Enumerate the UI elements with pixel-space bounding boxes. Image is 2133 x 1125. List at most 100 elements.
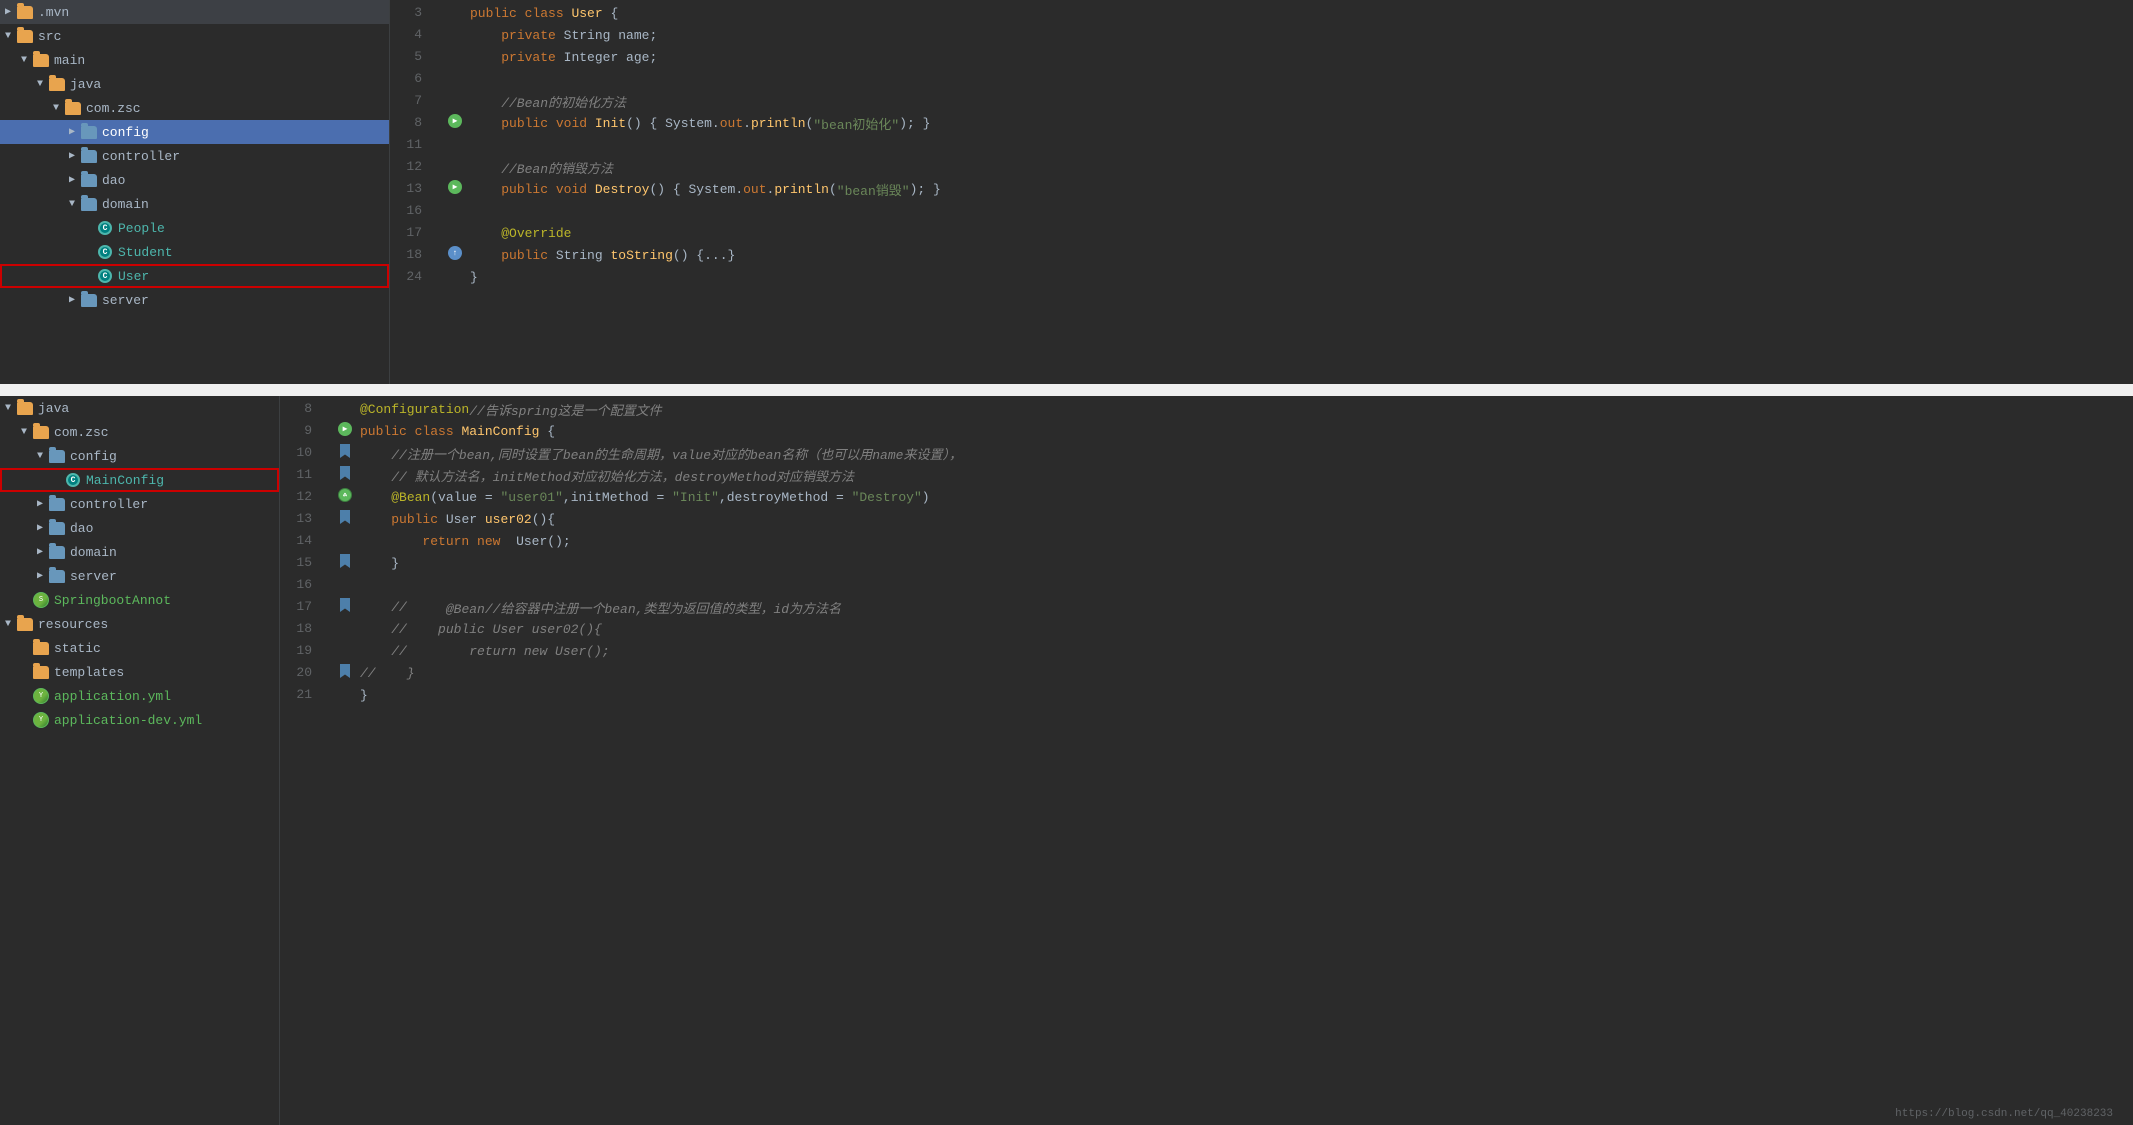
code-line-21: } — [360, 684, 2133, 706]
code-line-24: } — [470, 266, 2133, 288]
gutter-line-9: ▶ — [330, 418, 360, 440]
tree-arrow-config[interactable]: ▶ — [64, 126, 80, 138]
tree-label-config: config — [102, 125, 149, 140]
bottom-code-lines: @Configuration//告诉spring这是一个配置文件public c… — [360, 396, 2133, 1125]
tree-item-dao-b[interactable]: ▶dao — [0, 516, 279, 540]
tree-item-templates[interactable]: templates — [0, 660, 279, 684]
tree-item-People[interactable]: CPeople — [0, 216, 389, 240]
line-number-17: 17 — [280, 596, 320, 618]
run-gutter-icon: ▶ — [448, 180, 462, 194]
gutter-line-19 — [330, 638, 360, 660]
tree-arrow-java[interactable]: ▼ — [32, 79, 48, 90]
line-number-19: 19 — [280, 640, 320, 662]
tree-item-MainConfig[interactable]: CMainConfig — [0, 468, 279, 492]
gutter-line-12: ☘ — [330, 484, 360, 506]
tree-arrow-src[interactable]: ▼ — [0, 31, 16, 42]
gutter-line-4 — [440, 22, 470, 44]
code-line-17: @Override — [470, 222, 2133, 244]
folder-blue-icon — [80, 196, 98, 212]
line-number-24: 24 — [390, 266, 430, 288]
folder-icon — [32, 664, 50, 680]
top-file-tree[interactable]: ▶ .mvn ▼src▼main▼java▼com.zsc ▶ config ▶contr… — [0, 0, 389, 312]
tree-arrow-main[interactable]: ▼ — [16, 55, 32, 66]
bottom-file-tree[interactable]: ▼java▼com.zsc▼configCMainConfig▶controll… — [0, 396, 279, 732]
tree-item-domain[interactable]: ▼domain — [0, 192, 389, 216]
tree-item-com-zsc-b[interactable]: ▼ com.zsc — [0, 420, 279, 444]
tree-item-java-b[interactable]: ▼java — [0, 396, 279, 420]
tree-item-SpringbootAnnot[interactable]: SSpringbootAnnot — [0, 588, 279, 612]
tree-label-templates: templates — [54, 665, 124, 680]
code-line-19: // return new User(); — [360, 640, 2133, 662]
tree-arrow-domain[interactable]: ▼ — [64, 199, 80, 210]
folder-blue-icon — [48, 520, 66, 536]
tree-arrow-dao-b[interactable]: ▶ — [32, 522, 48, 534]
gutter-line-16 — [330, 572, 360, 594]
tree-item-java[interactable]: ▼java — [0, 72, 389, 96]
tree-item-User[interactable]: CUser — [0, 264, 389, 288]
tree-item-application-yml[interactable]: Yapplication.yml — [0, 684, 279, 708]
tree-arrow-controller-b[interactable]: ▶ — [32, 498, 48, 510]
folder-icon — [32, 52, 50, 68]
line-number-4: 4 — [390, 24, 430, 46]
gutter-line-7 — [440, 88, 470, 110]
tree-arrow-controller[interactable]: ▶ — [64, 150, 80, 162]
tree-item-server-b[interactable]: ▶ server — [0, 564, 279, 588]
line-number-9: 9 — [280, 420, 320, 442]
tree-arrow-com-zsc[interactable]: ▼ — [48, 103, 64, 114]
tree-item-resources[interactable]: ▼resources — [0, 612, 279, 636]
tree-arrow-mvn[interactable]: ▶ — [0, 6, 16, 18]
tree-label-com-zsc-b: com.zsc — [54, 425, 109, 440]
tree-item-controller[interactable]: ▶controller — [0, 144, 389, 168]
tree-item-controller-b[interactable]: ▶controller — [0, 492, 279, 516]
bookmark-gutter-icon — [340, 510, 350, 524]
bean-gutter-icon: ☘ — [338, 488, 352, 502]
tree-arrow-server[interactable]: ▶ — [64, 294, 80, 306]
tree-item-domain-b[interactable]: ▶domain — [0, 540, 279, 564]
gutter-line-3 — [440, 0, 470, 22]
bookmark-gutter-icon — [340, 664, 350, 678]
tree-item-main[interactable]: ▼main — [0, 48, 389, 72]
tree-item-src[interactable]: ▼src — [0, 24, 389, 48]
tree-item-com-zsc[interactable]: ▼com.zsc — [0, 96, 389, 120]
line-number-13: 13 — [390, 178, 430, 200]
tree-arrow-resources[interactable]: ▼ — [0, 619, 16, 630]
gutter-line-6 — [440, 66, 470, 88]
folder-blue-icon — [80, 172, 98, 188]
tree-item-server[interactable]: ▶server — [0, 288, 389, 312]
tree-label-mvn: .mvn — [38, 5, 69, 20]
tree-item-config[interactable]: ▶ config — [0, 120, 389, 144]
code-line-10: //注册一个bean,同时设置了bean的生命周期，value对应的bean名称… — [360, 442, 2133, 464]
code-line-20: // } — [360, 662, 2133, 684]
folder-blue-icon — [48, 544, 66, 560]
folder-blue-icon — [80, 148, 98, 164]
tree-arrow-java-b[interactable]: ▼ — [0, 403, 16, 414]
tree-arrow-dao[interactable]: ▶ — [64, 174, 80, 186]
folder-icon — [16, 616, 34, 632]
tree-item-mvn[interactable]: ▶ .mvn — [0, 0, 389, 24]
code-line-16 — [360, 574, 2133, 596]
gutter-line-11 — [330, 462, 360, 484]
folder-blue-icon — [80, 124, 98, 140]
gutter-line-24 — [440, 264, 470, 286]
code-line-12: //Bean的销毁方法 — [470, 156, 2133, 178]
tree-item-static[interactable]: static — [0, 636, 279, 660]
code-line-6 — [470, 68, 2133, 90]
tree-item-config-b[interactable]: ▼config — [0, 444, 279, 468]
gutter-line-16 — [440, 198, 470, 220]
tree-label-server-b: server — [70, 569, 117, 584]
tree-arrow-config-b[interactable]: ▼ — [32, 451, 48, 462]
code-line-18: // public User user02(){ — [360, 618, 2133, 640]
tree-label-Student: Student — [118, 245, 173, 260]
tree-item-application-dev-yml[interactable]: Yapplication-dev.yml — [0, 708, 279, 732]
gutter-line-13: ▶ — [440, 176, 470, 198]
gutter-line-21 — [330, 682, 360, 704]
tree-item-dao[interactable]: ▶dao — [0, 168, 389, 192]
gutter-line-8 — [330, 396, 360, 418]
code-line-4: private String name; — [470, 24, 2133, 46]
tree-arrow-com-zsc-b[interactable]: ▼ — [16, 427, 32, 438]
tree-arrow-server-b[interactable]: ▶ — [32, 570, 48, 582]
code-line-7: //Bean的初始化方法 — [470, 90, 2133, 112]
tree-arrow-domain-b[interactable]: ▶ — [32, 546, 48, 558]
class-icon: C — [96, 220, 114, 236]
tree-item-Student[interactable]: CStudent — [0, 240, 389, 264]
